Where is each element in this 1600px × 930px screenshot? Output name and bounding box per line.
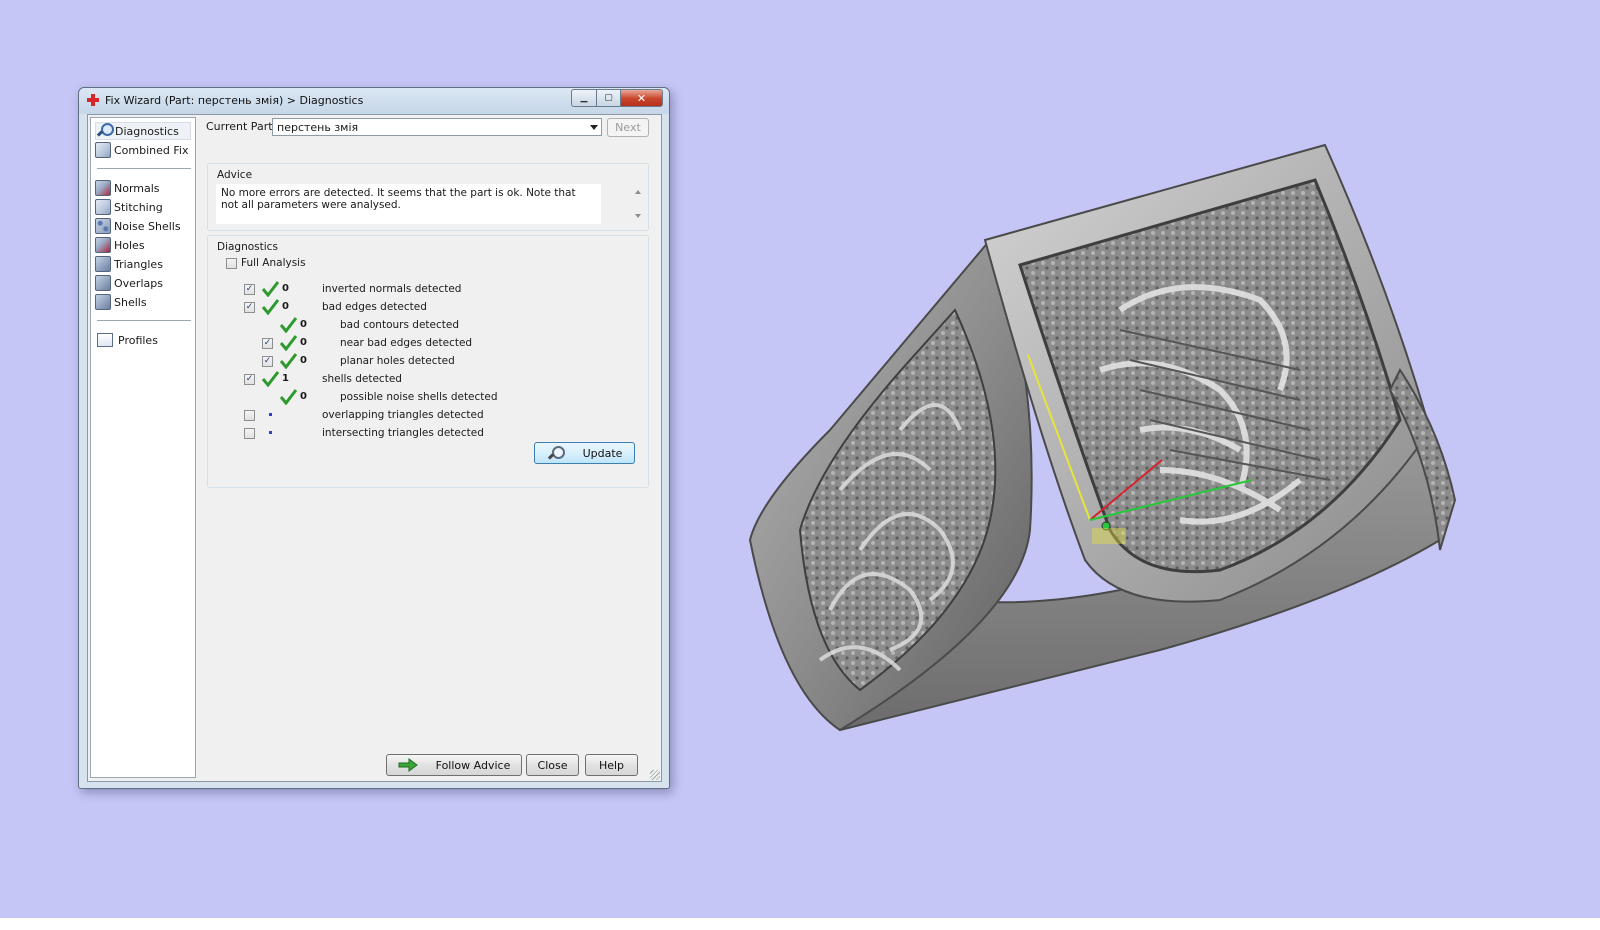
overlapping-triangles-checkbox[interactable] — [244, 410, 255, 421]
sidebar-item-label: Stitching — [114, 200, 163, 214]
diagnostic-label: intersecting triangles detected — [322, 427, 484, 439]
sidebar-item-label: Normals — [114, 181, 160, 195]
intersecting-triangles-checkbox[interactable] — [244, 428, 255, 439]
check-ok-icon — [279, 389, 297, 405]
diagnostic-label: inverted normals detected — [322, 283, 462, 295]
sidebar-item-label: Diagnostics — [115, 124, 179, 138]
diagnostic-label: planar holes detected — [340, 355, 455, 367]
check-ok-icon — [261, 299, 279, 315]
diagnostic-label: bad contours detected — [340, 319, 459, 331]
diagnostic-count: 0 — [282, 301, 289, 312]
near-bad-edges-checkbox[interactable]: ✓ — [262, 338, 273, 349]
diagnostic-label: bad edges detected — [322, 301, 427, 313]
sidebar-item-combined-fix[interactable]: Combined Fix — [95, 141, 191, 159]
normals-cube-icon — [95, 180, 111, 196]
title-bar[interactable]: Fix Wizard (Part: перстень змія) > Diagn… — [79, 88, 669, 114]
close-window-button[interactable]: ✕ — [620, 89, 663, 107]
sidebar-item-triangles[interactable]: Triangles — [95, 255, 191, 273]
diagnostic-label: overlapping triangles detected — [322, 409, 484, 421]
sidebar-item-label: Combined Fix — [114, 143, 189, 157]
sidebar-item-label: Overlaps — [114, 276, 163, 290]
follow-advice-button[interactable]: Follow Advice — [386, 754, 522, 776]
full-analysis-checkbox[interactable] — [226, 258, 237, 269]
current-part-value: перстень змія — [277, 121, 359, 134]
diagnostic-count: 0 — [300, 355, 307, 366]
diagnostic-count: 0 — [282, 283, 289, 294]
sidebar-item-shells[interactable]: Shells — [95, 293, 191, 311]
next-button[interactable]: Next — [607, 118, 649, 137]
sidebar-item-diagnostics[interactable]: Diagnostics — [95, 122, 191, 140]
wizard-sidebar: Diagnostics Combined Fix Normals Stitchi… — [90, 117, 196, 778]
sidebar-item-label: Triangles — [114, 257, 163, 271]
scroll-down-icon[interactable] — [635, 214, 641, 218]
shells-cube-icon — [95, 294, 111, 310]
check-ok-icon — [279, 317, 297, 333]
diagnostic-count: 0 — [300, 391, 307, 402]
current-part-label: Current Part: — [206, 120, 277, 133]
wizard-client-area: Diagnostics Combined Fix Normals Stitchi… — [87, 114, 662, 782]
diagnostic-count: 0 — [300, 319, 307, 330]
sidebar-item-label: Noise Shells — [114, 219, 181, 233]
diagnostics-group-title: Diagnostics — [215, 241, 280, 253]
advice-group-title: Advice — [215, 169, 255, 181]
sidebar-item-label: Holes — [114, 238, 145, 252]
window-title: Fix Wizard (Part: перстень змія) > Diagn… — [105, 94, 364, 107]
combined-fix-icon — [95, 142, 111, 158]
advice-text: No more errors are detected. It seems th… — [216, 184, 601, 224]
document-icon — [97, 333, 113, 347]
ring-model[interactable] — [748, 143, 1457, 732]
stitching-cube-icon — [95, 199, 111, 215]
app-cross-icon — [87, 94, 99, 106]
maximize-button[interactable]: ▢ — [596, 89, 621, 107]
minimize-button[interactable]: ▁ — [571, 89, 597, 107]
noise-shells-cube-icon — [95, 218, 111, 234]
sidebar-item-label: Shells — [114, 295, 147, 309]
diagnostic-label: near bad edges detected — [340, 337, 473, 349]
bad-edges-checkbox[interactable]: ✓ — [244, 302, 255, 313]
sidebar-item-overlaps[interactable]: Overlaps — [95, 274, 191, 292]
fix-wizard-window: Fix Wizard (Part: перстень змія) > Diagn… — [78, 87, 670, 789]
sidebar-item-label: Profiles — [118, 333, 158, 347]
triangles-cube-icon — [95, 256, 111, 272]
diagnostic-label: shells detected — [322, 373, 402, 385]
diagnostic-label: possible noise shells detected — [340, 391, 498, 403]
diagnostic-count: 0 — [300, 337, 307, 348]
sidebar-divider — [97, 168, 191, 169]
chevron-down-icon — [590, 125, 598, 130]
arrow-right-icon — [398, 758, 418, 772]
overlaps-cube-icon — [95, 275, 111, 291]
magnifier-icon — [96, 123, 114, 139]
update-button[interactable]: Update — [534, 442, 635, 464]
3d-viewport[interactable] — [740, 130, 1500, 760]
sidebar-divider — [97, 320, 191, 321]
sidebar-item-profiles[interactable]: Profiles — [95, 331, 191, 349]
desktop-bottom-strip — [0, 918, 1600, 930]
holes-cube-icon — [95, 237, 111, 253]
close-button[interactable]: Close — [526, 754, 579, 776]
planar-holes-checkbox[interactable]: ✓ — [262, 356, 273, 367]
resize-grip[interactable] — [650, 770, 660, 780]
help-button[interactable]: Help — [585, 754, 638, 776]
check-ok-icon — [279, 335, 297, 351]
magnifier-icon — [547, 445, 565, 461]
sidebar-item-normals[interactable]: Normals — [95, 179, 191, 197]
inverted-normals-checkbox[interactable]: ✓ — [244, 284, 255, 295]
not-analysed-dot-icon — [269, 413, 272, 416]
scroll-up-icon[interactable] — [635, 190, 641, 194]
shells-checkbox[interactable]: ✓ — [244, 374, 255, 385]
not-analysed-dot-icon — [269, 431, 272, 434]
check-ok-icon — [261, 281, 279, 297]
advice-group: Advice No more errors are detected. It s… — [207, 163, 649, 231]
current-part-select[interactable]: перстень змія — [272, 118, 602, 136]
sidebar-item-stitching[interactable]: Stitching — [95, 198, 191, 216]
full-analysis-label: Full Analysis — [241, 257, 306, 269]
sidebar-item-holes[interactable]: Holes — [95, 236, 191, 254]
diagnostics-group: Diagnostics Full Analysis ✓ 0 inverted n… — [207, 235, 649, 488]
diagnostic-count: 1 — [282, 373, 289, 384]
check-ok-icon — [279, 353, 297, 369]
check-ok-icon — [261, 371, 279, 387]
update-button-label: Update — [582, 446, 623, 460]
follow-advice-label: Follow Advice — [435, 758, 511, 772]
sidebar-item-noise-shells[interactable]: Noise Shells — [95, 217, 191, 235]
